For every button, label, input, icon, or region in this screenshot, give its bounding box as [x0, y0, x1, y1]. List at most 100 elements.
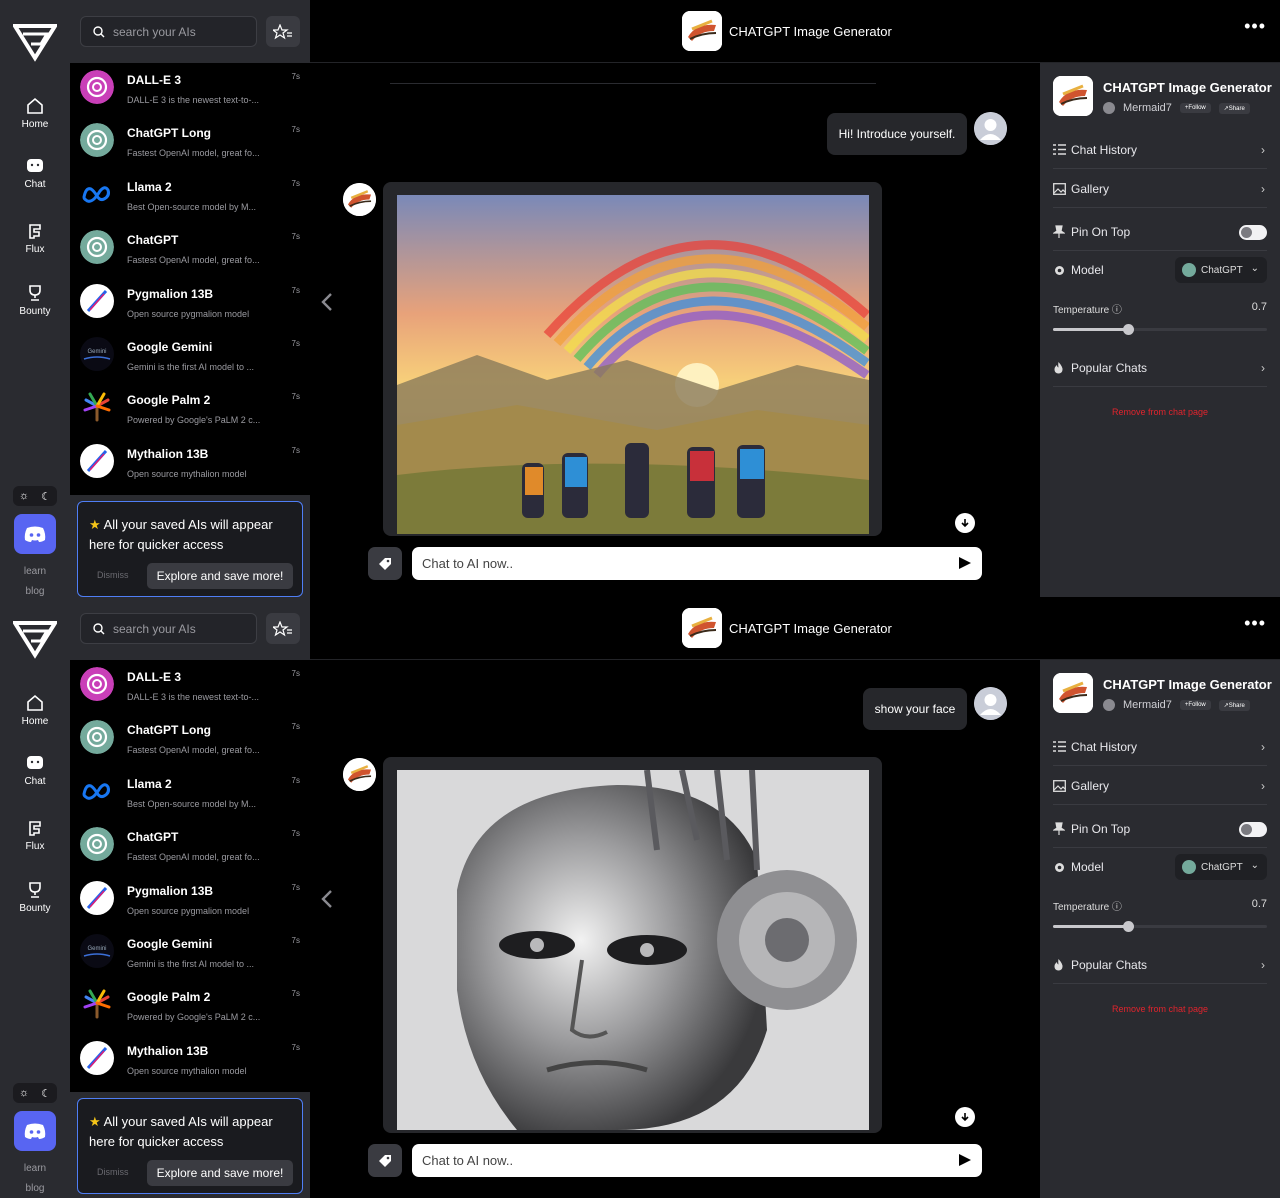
info-icon[interactable]: ⓘ [1112, 305, 1122, 316]
learn-link[interactable]: learn [0, 1163, 70, 1174]
explore-button[interactable]: Explore and save more! [147, 563, 293, 589]
learn-link[interactable]: learn [0, 566, 70, 577]
ai-list-item[interactable]: Gemini Google Gemini Gemini is the first A… [70, 330, 310, 383]
ai-list-item[interactable]: DALL-E 3 DALL-E 3 is the newest text-to-.… [70, 63, 310, 116]
share-button[interactable]: ↗Share [1218, 102, 1250, 114]
favorites-filter-button[interactable] [266, 613, 300, 644]
temperature-value: 0.7 [1251, 301, 1267, 313]
slider-fill [1053, 925, 1128, 928]
user-avatar[interactable] [974, 687, 1007, 720]
explore-button[interactable]: Explore and save more! [147, 1160, 293, 1186]
ai-list-item[interactable]: Google Palm 2 Powered by Google's PaLM 2 … [70, 383, 310, 436]
ai-list-item[interactable]: Llama 2 Best Open-source model by M... 7s [70, 767, 310, 820]
nav-chat[interactable]: Chat [0, 754, 70, 787]
popular-chats-row[interactable]: Popular Chats › [1053, 946, 1267, 984]
openai-green-icon [80, 230, 114, 265]
ai-timestamp: 7s [291, 232, 300, 242]
image-message-card [383, 757, 975, 1133]
chat-icon [27, 159, 43, 172]
moon-icon[interactable]: ☾ [41, 1087, 51, 1100]
chat-input[interactable]: Chat to AI now.. [412, 1144, 982, 1177]
ai-list-item[interactable]: Pygmalion 13B Open source pygmalion model… [70, 277, 310, 330]
pin-on-top-toggle[interactable] [1239, 822, 1267, 837]
more-options-icon[interactable]: ••• [1244, 613, 1266, 634]
ai-list-item[interactable]: ChatGPT Long Fastest OpenAI model, great … [70, 713, 310, 766]
temperature-slider[interactable] [1053, 324, 1267, 335]
discord-button[interactable] [14, 1111, 56, 1151]
attach-image-button[interactable] [368, 547, 402, 580]
blog-link[interactable]: blog [0, 586, 70, 597]
pin-icon [1053, 821, 1068, 836]
ai-list-item[interactable]: Mythalion 13B Open source mythalion model… [70, 1034, 310, 1087]
slider-thumb[interactable] [1122, 921, 1134, 932]
nav-flux[interactable]: Flux [0, 819, 70, 852]
info-icon[interactable]: ⓘ [1112, 902, 1122, 913]
model-select[interactable]: ChatGPT ⌄ [1175, 854, 1267, 880]
ai-description: Fastest OpenAI model, great fo... [127, 255, 260, 266]
nav-home[interactable]: Home [0, 97, 70, 130]
favorites-filter-button[interactable] [266, 16, 300, 47]
generated-image[interactable] [397, 195, 869, 534]
ai-list-item[interactable]: Google Palm 2 Powered by Google's PaLM 2 … [70, 980, 310, 1033]
theme-switch[interactable]: ☼ ☾ [13, 486, 57, 506]
dismiss-button[interactable]: Dismiss [97, 1167, 129, 1177]
flux-icon [29, 224, 41, 239]
model-value: ChatGPT [1201, 861, 1243, 873]
slider-thumb[interactable] [1122, 324, 1134, 335]
share-button[interactable]: ↗Share [1218, 699, 1250, 711]
follow-button[interactable]: +Follow [1179, 103, 1211, 113]
search-input[interactable]: search your AIs [80, 16, 257, 47]
brand-logo-icon[interactable] [13, 22, 57, 62]
chevron-left-icon[interactable] [320, 291, 334, 313]
ai-name: Mythalion 13B [127, 446, 209, 461]
theme-switch[interactable]: ☼ ☾ [13, 1083, 57, 1103]
attach-image-button[interactable] [368, 1144, 402, 1177]
temperature-slider[interactable] [1053, 921, 1267, 932]
nav-flux[interactable]: Flux [0, 222, 70, 255]
user-avatar[interactable] [974, 112, 1007, 145]
ai-list-item[interactable]: ChatGPT Long Fastest OpenAI model, great … [70, 116, 310, 169]
brand-logo-icon[interactable] [13, 619, 57, 659]
nav-chat[interactable]: Chat [0, 157, 70, 190]
blog-link[interactable]: blog [0, 1183, 70, 1194]
nav-home[interactable]: Home [0, 694, 70, 727]
model-select[interactable]: ChatGPT ⌄ [1175, 257, 1267, 283]
search-input[interactable]: search your AIs [80, 613, 257, 644]
send-icon[interactable] [958, 1153, 972, 1167]
ai-list-item[interactable]: Pygmalion 13B Open source pygmalion model… [70, 874, 310, 927]
svg-text:Gemini: Gemini [87, 349, 106, 355]
gallery-row[interactable]: Gallery › [1053, 767, 1267, 805]
dismiss-button[interactable]: Dismiss [97, 570, 129, 580]
more-options-icon[interactable]: ••• [1244, 16, 1266, 37]
ai-list-item[interactable]: ChatGPT Fastest OpenAI model, great fo...… [70, 820, 310, 873]
ai-list-item[interactable]: Llama 2 Best Open-source model by M... 7s [70, 170, 310, 223]
pin-on-top-toggle[interactable] [1239, 225, 1267, 240]
popular-chats-row[interactable]: Popular Chats › [1053, 349, 1267, 387]
remove-from-chat-page-link[interactable]: Remove from chat page [1040, 1004, 1280, 1014]
chat-history-row[interactable]: Chat History › [1053, 131, 1267, 169]
chat-history-row[interactable]: Chat History › [1053, 728, 1267, 766]
author-name[interactable]: Mermaid7 [1123, 102, 1172, 114]
download-button[interactable] [955, 513, 975, 533]
ai-list-item[interactable]: ChatGPT Fastest OpenAI model, great fo...… [70, 223, 310, 276]
author-name[interactable]: Mermaid7 [1123, 699, 1172, 711]
generated-image[interactable] [397, 770, 869, 1130]
chat-input[interactable]: Chat to AI now.. [412, 547, 982, 580]
ai-list-item[interactable]: DALL-E 3 DALL-E 3 is the newest text-to-.… [70, 660, 310, 713]
ai-name: Llama 2 [127, 179, 172, 194]
download-button[interactable] [955, 1107, 975, 1127]
chevron-left-icon[interactable] [320, 888, 334, 910]
sun-icon[interactable]: ☼ [19, 490, 29, 502]
remove-from-chat-page-link[interactable]: Remove from chat page [1040, 407, 1280, 417]
ai-timestamp: 7s [291, 989, 300, 999]
moon-icon[interactable]: ☾ [41, 490, 51, 503]
ai-list-item[interactable]: Gemini Google Gemini Gemini is the first A… [70, 927, 310, 980]
sun-icon[interactable]: ☼ [19, 1087, 29, 1099]
nav-bounty[interactable]: Bounty [0, 284, 70, 317]
nav-bounty[interactable]: Bounty [0, 881, 70, 914]
ai-list-item[interactable]: Mythalion 13B Open source mythalion model… [70, 437, 310, 490]
follow-button[interactable]: +Follow [1179, 700, 1211, 710]
send-icon[interactable] [958, 556, 972, 570]
discord-button[interactable] [14, 514, 56, 554]
gallery-row[interactable]: Gallery › [1053, 170, 1267, 208]
